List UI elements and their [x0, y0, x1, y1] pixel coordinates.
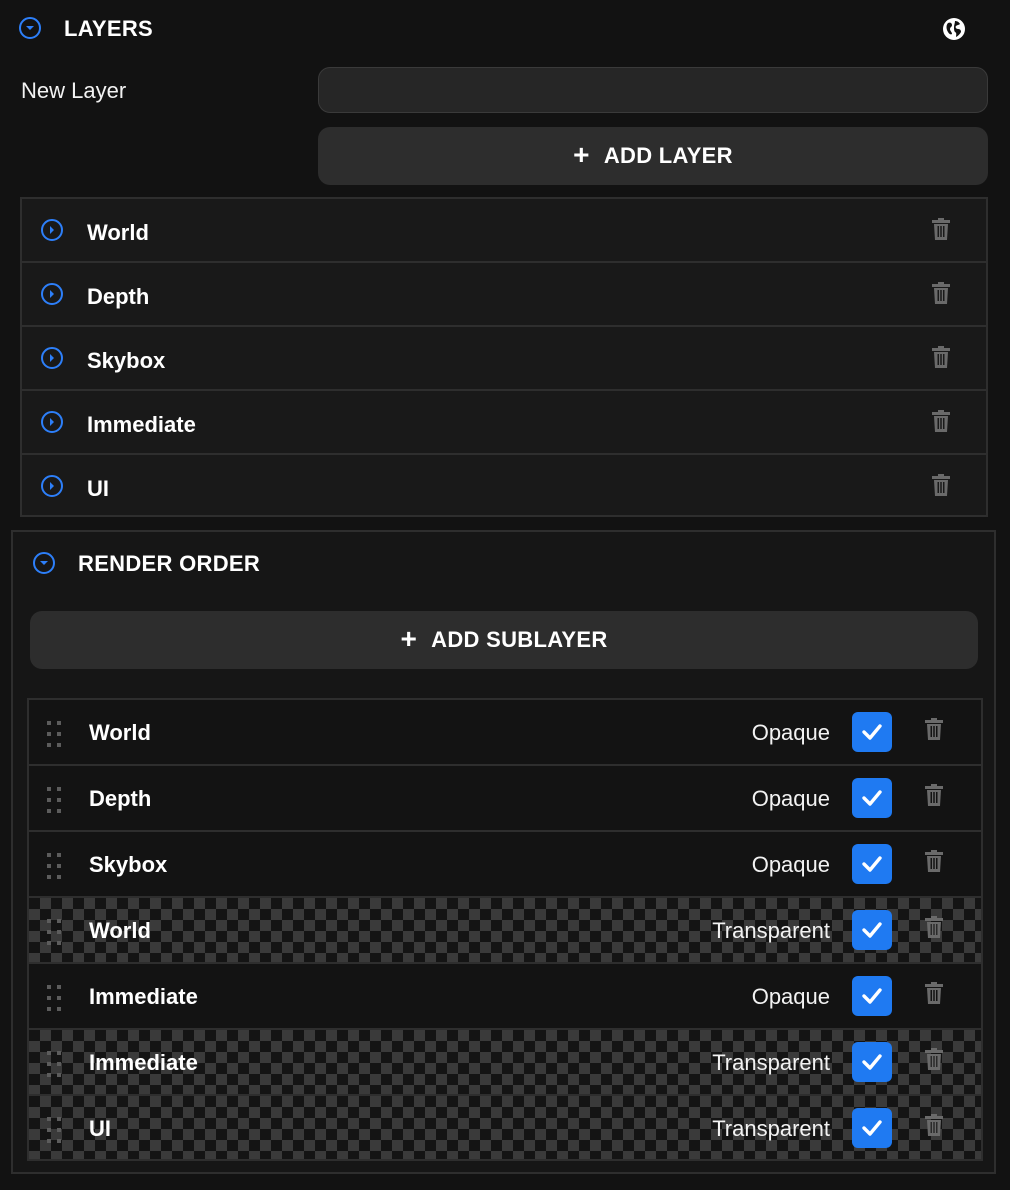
render-order-title: RENDER ORDER — [78, 551, 261, 576]
sublayer-enabled-checkbox[interactable] — [852, 1042, 892, 1082]
layer-name: World — [87, 220, 149, 245]
trash-icon[interactable] — [925, 850, 943, 872]
trash-icon[interactable] — [932, 346, 950, 368]
sublayer-enabled-checkbox[interactable] — [852, 712, 892, 752]
checkmark-icon — [862, 1120, 882, 1136]
new-layer-label: New Layer — [21, 78, 127, 103]
layer-row[interactable]: Skybox — [22, 327, 986, 391]
sublayer-mode: Transparent — [712, 1050, 830, 1075]
drag-handle-icon[interactable] — [47, 853, 65, 879]
render-order-collapse-icon[interactable] — [33, 552, 55, 574]
trash-icon[interactable] — [925, 784, 943, 806]
trash-icon[interactable] — [925, 1114, 943, 1136]
sublayer-mode: Opaque — [751, 786, 830, 811]
render-order-panel: RENDER ORDER + ADD SUBLAYER World Opaque… — [11, 530, 996, 1174]
drag-handle-icon[interactable] — [47, 721, 65, 747]
sublayer-row[interactable]: Immediate Transparent — [29, 1030, 981, 1096]
sublayer-enabled-checkbox[interactable] — [852, 976, 892, 1016]
sublayer-mode: Transparent — [712, 918, 830, 943]
trash-icon[interactable] — [932, 282, 950, 304]
drag-handle-icon[interactable] — [47, 1117, 65, 1143]
trash-icon[interactable] — [932, 218, 950, 240]
expand-icon[interactable] — [41, 411, 63, 433]
checkmark-icon — [862, 1054, 882, 1070]
trash-icon[interactable] — [925, 982, 943, 1004]
layer-name: Immediate — [87, 412, 196, 437]
checkmark-icon — [862, 856, 882, 872]
checkmark-icon — [862, 988, 882, 1004]
drag-handle-icon[interactable] — [47, 1051, 65, 1077]
sublayer-row[interactable]: UI Transparent — [29, 1096, 981, 1159]
sublayer-row[interactable]: Immediate Opaque — [29, 964, 981, 1030]
sublayer-row[interactable]: World Transparent — [29, 898, 981, 964]
sublayer-name: Depth — [89, 786, 152, 811]
sublayer-mode: Opaque — [751, 852, 830, 877]
layer-row[interactable]: UI — [22, 455, 986, 517]
layers-title: LAYERS — [64, 16, 154, 41]
trash-icon[interactable] — [932, 474, 950, 496]
sublayer-row[interactable]: Depth Opaque — [29, 766, 981, 832]
sublayer-enabled-checkbox[interactable] — [852, 844, 892, 884]
plus-icon: + — [400, 623, 418, 654]
expand-icon[interactable] — [41, 475, 63, 497]
sublayer-list: World Opaque Depth Opaque Skybox Opaque … — [27, 698, 983, 1161]
add-layer-label: ADD LAYER — [603, 143, 733, 168]
sublayer-name: UI — [89, 1116, 111, 1141]
layer-list: World Depth Skybox Immediate UI — [20, 197, 988, 517]
sublayer-name: World — [89, 720, 151, 745]
sublayer-enabled-checkbox[interactable] — [852, 1108, 892, 1148]
sublayer-mode: Opaque — [751, 984, 830, 1009]
layers-collapse-icon[interactable] — [19, 17, 41, 39]
sublayer-name: World — [89, 918, 151, 943]
layer-name: Skybox — [87, 348, 166, 373]
layer-row[interactable]: Depth — [22, 263, 986, 327]
sublayer-mode: Transparent — [712, 1116, 830, 1141]
sublayer-name: Skybox — [89, 852, 168, 877]
add-sublayer-button[interactable]: + ADD SUBLAYER — [30, 611, 978, 669]
trash-icon[interactable] — [925, 916, 943, 938]
checkmark-icon — [862, 790, 882, 806]
add-layer-button[interactable]: + ADD LAYER — [318, 127, 988, 185]
expand-icon[interactable] — [41, 347, 63, 369]
layer-row[interactable]: Immediate — [22, 391, 986, 455]
drag-handle-icon[interactable] — [47, 919, 65, 945]
expand-icon[interactable] — [41, 283, 63, 305]
sublayer-name: Immediate — [89, 984, 198, 1009]
layer-row[interactable]: World — [22, 199, 986, 263]
trash-icon[interactable] — [925, 718, 943, 740]
trash-icon[interactable] — [932, 410, 950, 432]
layer-name: UI — [87, 476, 109, 501]
sublayer-name: Immediate — [89, 1050, 198, 1075]
drag-handle-icon[interactable] — [47, 985, 65, 1011]
plus-icon: + — [573, 139, 590, 170]
globe-icon[interactable] — [942, 17, 966, 41]
sublayer-mode: Opaque — [751, 720, 830, 745]
checkmark-icon — [862, 724, 882, 740]
drag-handle-icon[interactable] — [47, 787, 65, 813]
sublayer-enabled-checkbox[interactable] — [852, 778, 892, 818]
checkmark-icon — [862, 922, 882, 938]
sublayer-row[interactable]: World Opaque — [29, 700, 981, 766]
expand-icon[interactable] — [41, 219, 63, 241]
new-layer-input[interactable] — [318, 67, 988, 113]
add-sublayer-label: ADD SUBLAYER — [431, 627, 608, 652]
layer-name: Depth — [87, 284, 150, 309]
trash-icon[interactable] — [925, 1048, 943, 1070]
sublayer-row[interactable]: Skybox Opaque — [29, 832, 981, 898]
sublayer-enabled-checkbox[interactable] — [852, 910, 892, 950]
